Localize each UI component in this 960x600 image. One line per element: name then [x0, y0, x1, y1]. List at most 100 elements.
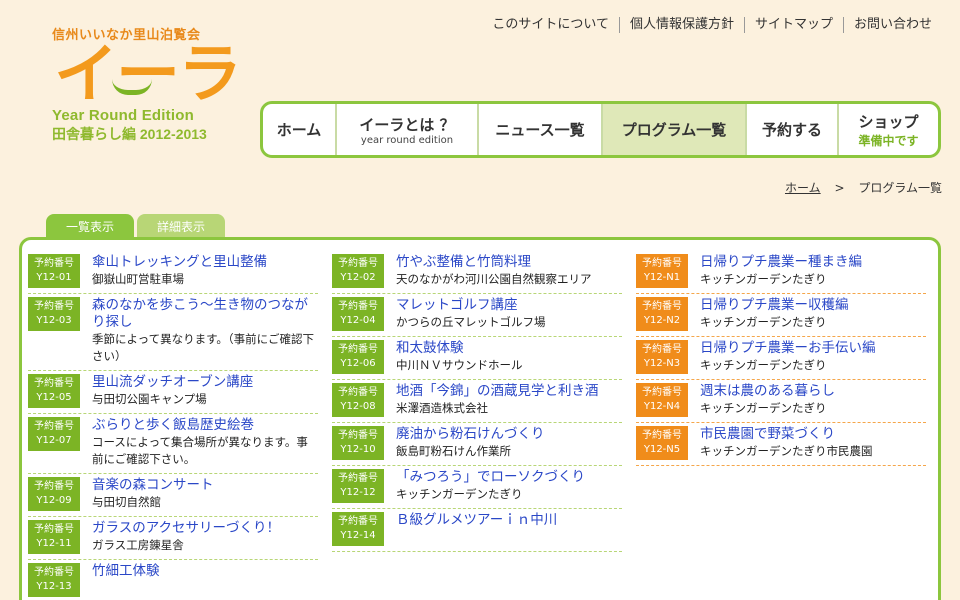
- badge-code: Y12-10: [340, 444, 376, 455]
- reservation-number-badge: 予約番号 Y12-02: [332, 254, 384, 288]
- program-title-link[interactable]: 竹細工体験: [92, 563, 318, 580]
- program-item-body: 週末は農のある暮らし キッチンガーデンたぎり: [700, 383, 926, 417]
- program-item-body: 日帰りプチ農業ー種まき編 キッチンガーデンたぎり: [700, 254, 926, 288]
- reservation-number-badge: 予約番号 Y12-07: [28, 417, 80, 451]
- nav-reserve[interactable]: 予約する: [745, 104, 837, 155]
- program-item: 予約番号 Y12-14 Ｂ級グルメツアーｉｎ中川: [332, 509, 622, 552]
- reservation-number-badge: 予約番号 Y12-06: [332, 340, 384, 374]
- breadcrumb-current: プログラム一覧: [858, 181, 942, 195]
- reservation-number-badge: 予約番号 Y12-N2: [636, 297, 688, 331]
- badge-label: 予約番号: [34, 567, 74, 578]
- program-title-link[interactable]: 日帰りプチ農業ー収穫編: [700, 297, 926, 314]
- badge-label: 予約番号: [338, 301, 378, 312]
- logo-subtitle: 田舎暮らし編 2012-2013: [52, 126, 207, 142]
- view-tabs: 一覧表示 詳細表示: [46, 214, 225, 238]
- program-title-link[interactable]: 和太鼓体験: [396, 340, 622, 357]
- program-item: 予約番号 Y12-04 マレットゴルフ講座 かつらの丘マレットゴルフ場: [332, 294, 622, 337]
- nav-about[interactable]: イーラとは ？ year round edition: [335, 104, 477, 155]
- badge-code: Y12-01: [36, 272, 72, 283]
- badge-label: 予約番号: [338, 387, 378, 398]
- program-title-link[interactable]: 竹やぶ整備と竹筒料理: [396, 254, 622, 271]
- nav-news[interactable]: ニュース一覧: [477, 104, 601, 155]
- nav-programs-label: プログラム一覧: [621, 121, 727, 139]
- link-about-site[interactable]: このサイトについて: [482, 17, 619, 33]
- badge-code: Y12-09: [36, 495, 72, 506]
- reservation-number-badge: 予約番号 Y12-08: [332, 383, 384, 417]
- program-item-body: 和太鼓体験 中川ＮＶサウンドホール: [396, 340, 622, 374]
- program-item: 予約番号 Y12-09 音楽の森コンサート 与田切自然館: [28, 474, 318, 517]
- nav-reserve-label: 予約する: [761, 121, 822, 139]
- badge-label: 予約番号: [642, 301, 682, 312]
- link-privacy-policy[interactable]: 個人情報保護方針: [618, 17, 744, 33]
- program-item: 予約番号 Y12-08 地酒「今錦」の酒蔵見学と利き酒 米澤酒造株式会社: [332, 380, 622, 423]
- nav-programs[interactable]: プログラム一覧: [601, 104, 745, 155]
- logo-main-text: イーラ: [54, 38, 242, 110]
- program-location: 米澤酒造株式会社: [396, 401, 488, 415]
- nav-shop[interactable]: ショップ 準備中です: [837, 104, 938, 155]
- program-location: ガラス工房錬星舎: [92, 538, 184, 552]
- program-item: 予約番号 Y12-12 「みつろう」でローソクづくり キッチンガーデンたぎり: [332, 466, 622, 509]
- program-item-body: 竹細工体験: [92, 563, 318, 597]
- program-title-link[interactable]: 廃油から粉石けんづくり: [396, 426, 622, 443]
- program-title-link[interactable]: 市民農園で野菜づくり: [700, 426, 926, 443]
- program-location: 飯島町粉石けん作業所: [396, 444, 511, 458]
- program-title-link[interactable]: 週末は農のある暮らし: [700, 383, 926, 400]
- program-item-body: 傘山トレッキングと里山整備 御嶽山町営駐車場: [92, 254, 318, 288]
- program-item-body: 廃油から粉石けんづくり 飯島町粉石けん作業所: [396, 426, 622, 460]
- program-item-body: 「みつろう」でローソクづくり キッチンガーデンたぎり: [396, 469, 622, 503]
- program-item: 予約番号 Y12-10 廃油から粉石けんづくり 飯島町粉石けん作業所: [332, 423, 622, 466]
- nav-shop-sublabel: 準備中です: [858, 133, 919, 148]
- program-item-body: マレットゴルフ講座 かつらの丘マレットゴルフ場: [396, 297, 622, 331]
- breadcrumb-home[interactable]: ホーム: [785, 181, 821, 195]
- program-title-link[interactable]: 森のなかを歩こう〜生き物のつながり探し: [92, 297, 318, 331]
- tab-detail-view[interactable]: 詳細表示: [137, 214, 225, 238]
- badge-code: Y12-13: [36, 581, 72, 592]
- badge-code: Y12-07: [36, 435, 72, 446]
- site-logo[interactable]: 信州いいなか里山泊覧会 イーラ Year Round Edition 田舎暮らし…: [52, 24, 242, 144]
- program-title-link[interactable]: マレットゴルフ講座: [396, 297, 622, 314]
- program-title-link[interactable]: 「みつろう」でローソクづくり: [396, 469, 622, 486]
- program-item-body: 市民農園で野菜づくり キッチンガーデンたぎり市民農園: [700, 426, 926, 460]
- program-title-link[interactable]: 地酒「今錦」の酒蔵見学と利き酒: [396, 383, 622, 400]
- badge-code: Y12-12: [340, 487, 376, 498]
- badge-code: Y12-06: [340, 358, 376, 369]
- program-item-body: 日帰りプチ農業ー収穫編 キッチンガーデンたぎり: [700, 297, 926, 331]
- badge-code: Y12-02: [340, 272, 376, 283]
- program-item: 予約番号 Y12-N1 日帰りプチ農業ー種まき編 キッチンガーデンたぎり: [636, 251, 926, 294]
- program-title-link[interactable]: 日帰りプチ農業ー種まき編: [700, 254, 926, 271]
- program-title-link[interactable]: Ｂ級グルメツアーｉｎ中川: [396, 512, 622, 529]
- utility-links: このサイトについて 個人情報保護方針 サイトマップ お問い合わせ: [482, 17, 942, 33]
- tab-list-view[interactable]: 一覧表示: [46, 214, 134, 238]
- program-title-link[interactable]: ガラスのアクセサリーづくり！: [92, 520, 318, 537]
- nav-home-label: ホーム: [276, 121, 322, 139]
- program-item: 予約番号 Y12-N3 日帰りプチ農業ーお手伝い編 キッチンガーデンたぎり: [636, 337, 926, 380]
- link-contact[interactable]: お問い合わせ: [842, 17, 942, 33]
- program-item-body: 地酒「今錦」の酒蔵見学と利き酒 米澤酒造株式会社: [396, 383, 622, 417]
- badge-label: 予約番号: [34, 481, 74, 492]
- program-item: 予約番号 Y12-N4 週末は農のある暮らし キッチンガーデンたぎり: [636, 380, 926, 423]
- reservation-number-badge: 予約番号 Y12-01: [28, 254, 80, 288]
- reservation-number-badge: 予約番号 Y12-N3: [636, 340, 688, 374]
- badge-label: 予約番号: [338, 344, 378, 355]
- program-location: キッチンガーデンたぎり市民農園: [700, 444, 873, 458]
- program-title-link[interactable]: 里山流ダッチオーブン講座: [92, 374, 318, 391]
- link-sitemap[interactable]: サイトマップ: [743, 17, 843, 33]
- global-nav: ホーム イーラとは ？ year round edition ニュース一覧 プロ…: [260, 101, 941, 158]
- program-title-link[interactable]: 音楽の森コンサート: [92, 477, 318, 494]
- program-title-link[interactable]: 傘山トレッキングと里山整備: [92, 254, 318, 271]
- nav-about-sublabel: year round edition: [360, 134, 454, 146]
- program-title-link[interactable]: ぶらりと歩く飯島歴史絵巻: [92, 417, 318, 434]
- badge-label: 予約番号: [338, 473, 378, 484]
- program-item: 予約番号 Y12-07 ぶらりと歩く飯島歴史絵巻 コースによって集合場所が異なります。…: [28, 414, 318, 474]
- program-location: かつらの丘マレットゴルフ場: [396, 315, 546, 329]
- program-location: キッチンガーデンたぎり: [700, 401, 827, 415]
- nav-home[interactable]: ホーム: [263, 104, 335, 155]
- reservation-number-badge: 予約番号 Y12-05: [28, 374, 80, 408]
- badge-label: 予約番号: [34, 421, 74, 432]
- badge-code: Y12-N4: [643, 401, 681, 412]
- program-title-link[interactable]: 日帰りプチ農業ーお手伝い編: [700, 340, 926, 357]
- program-location: キッチンガーデンたぎり: [700, 315, 827, 329]
- reservation-number-badge: 予約番号 Y12-10: [332, 426, 384, 460]
- program-item: 予約番号 Y12-N2 日帰りプチ農業ー収穫編 キッチンガーデンたぎり: [636, 294, 926, 337]
- badge-label: 予約番号: [34, 378, 74, 389]
